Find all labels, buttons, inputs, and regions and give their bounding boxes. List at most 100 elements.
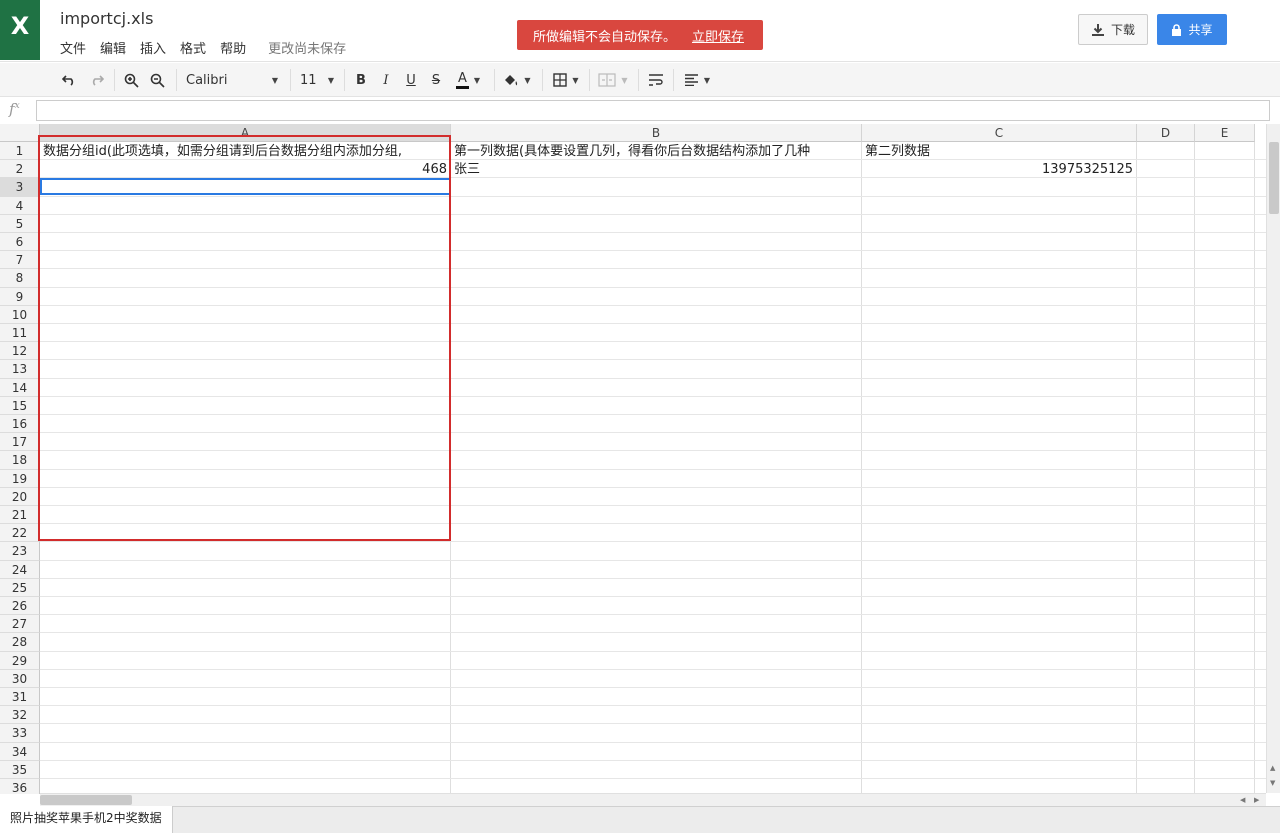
scroll-up-icon[interactable]: ▲ xyxy=(1270,764,1275,772)
row-header-11[interactable]: 11 xyxy=(0,324,40,343)
row-header-22[interactable]: 22 xyxy=(0,524,40,543)
chevron-down-icon: ▼ xyxy=(621,75,628,85)
row-header-17[interactable]: 17 xyxy=(0,433,40,452)
row-header-19[interactable]: 19 xyxy=(0,469,40,488)
row-header-16[interactable]: 16 xyxy=(0,415,40,434)
cell-b2[interactable]: 张三 xyxy=(451,161,861,178)
vertical-scroll-thumb[interactable] xyxy=(1269,142,1279,214)
align-button[interactable]: ▼ xyxy=(680,69,714,91)
scroll-right-icon[interactable]: ▶ xyxy=(1254,796,1259,804)
horizontal-scroll-thumb[interactable] xyxy=(40,795,132,805)
zoom-out-icon[interactable] xyxy=(146,69,168,91)
chevron-down-icon: ▼ xyxy=(271,75,278,85)
underline-button[interactable]: U xyxy=(400,69,422,91)
row-header-33[interactable]: 33 xyxy=(0,724,40,743)
scroll-down-icon[interactable]: ▼ xyxy=(1270,779,1275,787)
row-header-9[interactable]: 9 xyxy=(0,287,40,306)
row-header-25[interactable]: 25 xyxy=(0,578,40,597)
row-header-2[interactable]: 2 xyxy=(0,160,40,179)
column-header-b[interactable]: B xyxy=(451,124,862,142)
borders-button[interactable]: ▼ xyxy=(549,69,583,91)
share-button[interactable]: 共享 xyxy=(1157,14,1227,45)
cell-c1[interactable]: 第二列数据 xyxy=(862,143,1136,160)
row-header-13[interactable]: 13 xyxy=(0,360,40,379)
row-header-14[interactable]: 14 xyxy=(0,378,40,397)
cell-b1[interactable]: 第一列数据(具体要设置几列，得看你后台数据结构添加了几种 xyxy=(451,143,861,160)
text-color-button[interactable]: A ▼ xyxy=(450,69,486,91)
select-all-corner[interactable] xyxy=(0,124,40,142)
column-header-d[interactable]: D xyxy=(1137,124,1195,142)
row-header-7[interactable]: 7 xyxy=(0,251,40,270)
row-gridline xyxy=(40,596,1266,597)
document-title[interactable]: importcj.xls xyxy=(60,9,153,28)
row-header-4[interactable]: 4 xyxy=(0,196,40,215)
wrap-text-button[interactable] xyxy=(645,69,667,91)
row-header-8[interactable]: 8 xyxy=(0,269,40,288)
download-button[interactable]: 下载 xyxy=(1078,14,1148,45)
row-header-31[interactable]: 31 xyxy=(0,688,40,707)
excel-logo-icon: X xyxy=(0,0,40,60)
zoom-in-icon[interactable] xyxy=(120,69,142,91)
sheet-tab[interactable]: 照片抽奖苹果手机2中奖数据 xyxy=(0,806,173,833)
column-header-c[interactable]: C xyxy=(862,124,1137,142)
row-header-27[interactable]: 27 xyxy=(0,615,40,634)
merge-cells-button[interactable]: ▼ xyxy=(594,69,632,91)
fill-color-button[interactable]: ▼ xyxy=(500,69,534,91)
menu-help[interactable]: 帮助 xyxy=(220,38,246,57)
strikethrough-button[interactable]: S xyxy=(425,69,447,91)
horizontal-scrollbar[interactable]: ◀ ▶ xyxy=(40,793,1266,806)
row-header-6[interactable]: 6 xyxy=(0,233,40,252)
menu-bar: 文件 编辑 插入 格式 帮助 更改尚未保存 xyxy=(60,38,346,57)
font-size-select[interactable]: 11 ▼ xyxy=(296,69,338,91)
row-header-36[interactable]: 36 xyxy=(0,779,40,794)
row-header-35[interactable]: 35 xyxy=(0,760,40,779)
row-header-18[interactable]: 18 xyxy=(0,451,40,470)
chevron-down-icon: ▼ xyxy=(327,75,334,85)
row-gridline xyxy=(40,614,1266,616)
row-header-26[interactable]: 26 xyxy=(0,597,40,616)
borders-icon xyxy=(553,73,568,87)
italic-button[interactable]: I xyxy=(375,69,397,91)
row-header-34[interactable]: 34 xyxy=(0,742,40,761)
row-header-24[interactable]: 24 xyxy=(0,560,40,579)
row-header-5[interactable]: 5 xyxy=(0,214,40,233)
row-gridline xyxy=(40,705,1266,707)
cell-c2[interactable]: 13975325125 xyxy=(862,161,1136,178)
vertical-scrollbar[interactable]: ▲ ▼ xyxy=(1266,124,1280,793)
save-now-link[interactable]: 立即保存 xyxy=(692,26,744,45)
row-header-30[interactable]: 30 xyxy=(0,669,40,688)
row-header-20[interactable]: 20 xyxy=(0,487,40,506)
bold-button[interactable]: B xyxy=(350,69,372,91)
row-header-15[interactable]: 15 xyxy=(0,396,40,415)
formula-input[interactable] xyxy=(36,100,1270,121)
text-color-icon: A xyxy=(455,71,469,89)
row-header-3[interactable]: 3 xyxy=(0,178,40,197)
scroll-left-icon[interactable]: ◀ xyxy=(1240,796,1245,804)
menu-insert[interactable]: 插入 xyxy=(140,38,166,57)
row-header-21[interactable]: 21 xyxy=(0,506,40,525)
redo-icon[interactable] xyxy=(86,69,108,91)
row-gridline xyxy=(40,541,1266,543)
menu-edit[interactable]: 编辑 xyxy=(100,38,126,57)
align-icon xyxy=(684,74,698,86)
undo-icon[interactable] xyxy=(58,69,80,91)
row-gridline xyxy=(40,759,1266,761)
row-header-1[interactable]: 1 xyxy=(0,142,40,161)
row-gridline xyxy=(40,577,1266,579)
font-family-select[interactable]: Calibri ▼ xyxy=(182,69,282,91)
row-header-32[interactable]: 32 xyxy=(0,706,40,725)
column-header-e[interactable]: E xyxy=(1195,124,1255,142)
menu-format[interactable]: 格式 xyxy=(180,38,206,57)
row-gridline xyxy=(40,632,1266,634)
row-header-10[interactable]: 10 xyxy=(0,305,40,324)
row-header-28[interactable]: 28 xyxy=(0,633,40,652)
spreadsheet-grid[interactable]: A B C D E 1 2 3 4 5 6 7 8 9 10 11 12 13 14 15 16 17 18 19 20 21 22… xyxy=(0,124,1266,794)
formatting-toolbar: Calibri ▼ 11 ▼ B I U S A ▼ ▼ ▼ ▼ ▼ xyxy=(0,63,1280,97)
download-icon xyxy=(1091,23,1104,36)
formula-bar: fx xyxy=(0,98,1280,124)
chevron-down-icon: ▼ xyxy=(524,75,531,85)
menu-file[interactable]: 文件 xyxy=(60,38,86,57)
row-header-12[interactable]: 12 xyxy=(0,342,40,361)
row-header-29[interactable]: 29 xyxy=(0,651,40,670)
row-header-23[interactable]: 23 xyxy=(0,542,40,561)
